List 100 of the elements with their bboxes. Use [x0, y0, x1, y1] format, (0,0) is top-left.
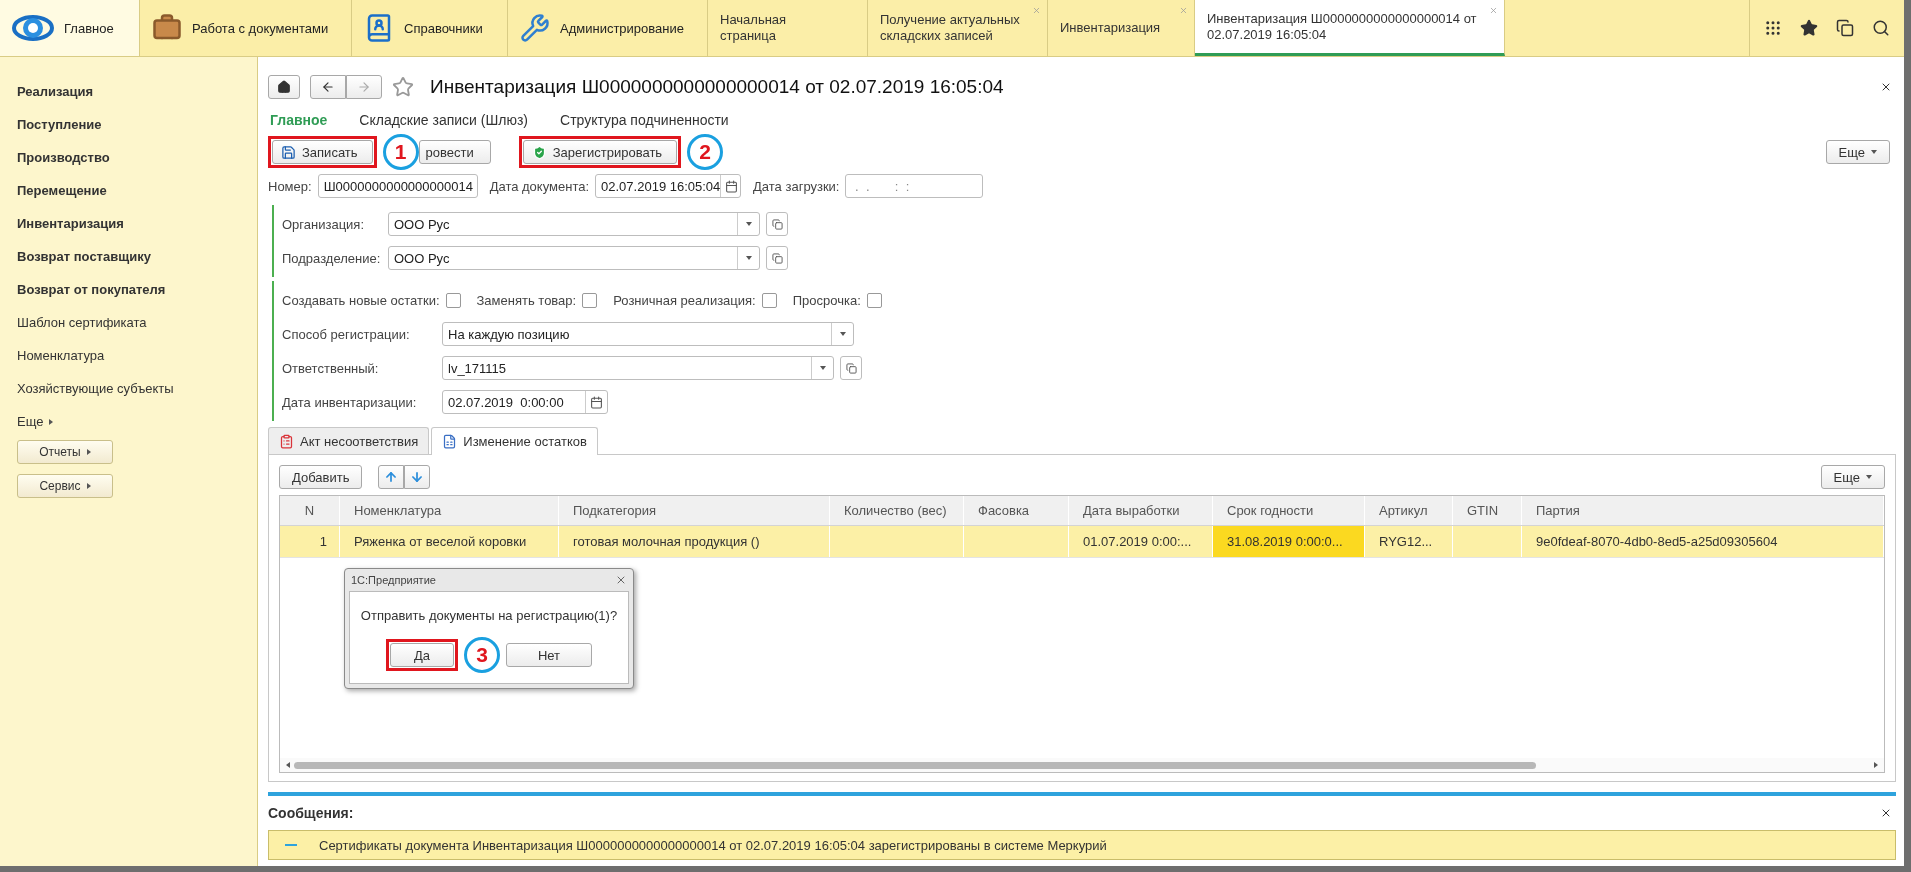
windows-icon: [845, 362, 857, 374]
callout-number: 1: [382, 134, 419, 170]
apps-grid-icon[interactable]: [1764, 19, 1782, 37]
section-tab[interactable]: Справочники: [352, 0, 508, 56]
sidebar-button[interactable]: Сервис: [17, 474, 113, 498]
shield-icon: [531, 144, 547, 160]
dialog-button[interactable]: Да: [390, 643, 454, 667]
checkbox[interactable]: [582, 292, 598, 308]
more-button[interactable]: Еще: [1820, 465, 1885, 489]
move-down-button[interactable]: [404, 465, 431, 489]
table-cell: RYG12...: [1365, 526, 1453, 557]
sidebar-item[interactable]: Номенклатура: [17, 339, 257, 372]
field-label: Дата документа:: [489, 178, 590, 194]
sidebar-button[interactable]: Отчеты: [17, 440, 113, 464]
star-icon[interactable]: [392, 76, 414, 98]
callout-number: 3: [464, 637, 500, 673]
open-button[interactable]: [766, 212, 788, 236]
table-row[interactable]: 1 Ряженка от веселой коровки готовая молочная продукция () 01.07.2019 0:00:... 31.08.2019 0:00:0... RYG12... 9e0fdeaf-8070-4db0-8ed5-a25d09305604: [280, 526, 1884, 558]
checkbox[interactable]: [445, 292, 461, 308]
save-icon: [281, 144, 296, 160]
column-header[interactable]: Номенклатура: [340, 496, 559, 525]
column-header[interactable]: Артикул: [1365, 496, 1453, 525]
column-header[interactable]: GTIN: [1453, 496, 1522, 525]
home-button[interactable]: [268, 75, 300, 99]
column-header[interactable]: N: [280, 496, 340, 525]
scrollbar[interactable]: [280, 758, 1884, 772]
close-icon[interactable]: [1880, 807, 1892, 819]
toolbar-button[interactable]: Зарегистрировать: [522, 140, 678, 164]
column-header[interactable]: Партия: [1522, 496, 1884, 525]
callout-number: 2: [687, 134, 724, 170]
input-field[interactable]: . . : :: [845, 174, 984, 198]
input-field[interactable]: 02.07.2019 16:05:04: [595, 174, 742, 198]
sidebar-item[interactable]: Инвентаризация: [17, 207, 257, 240]
open-tab[interactable]: Начальная страница: [708, 0, 868, 56]
form-tab[interactable]: Акт несоответствия: [268, 427, 430, 454]
more-link[interactable]: Еще: [17, 405, 257, 438]
back-button[interactable]: [310, 75, 346, 99]
checkbox-label: Создавать новые остатки:: [282, 292, 440, 308]
table-cell: Ряженка от веселой коровки: [340, 526, 559, 557]
toolbar-button[interactable]: ровести: [418, 140, 491, 164]
form-title: Инвентаризация Ш0000000000000000014 от 02.07.2019 16:05:04: [430, 76, 1004, 98]
sidebar-item[interactable]: Реализация: [17, 75, 257, 108]
sidebar-item[interactable]: Возврат от покупателя: [17, 273, 257, 306]
sidebar-item[interactable]: Поступление: [17, 108, 257, 141]
wrench-icon: [520, 13, 550, 43]
column-header[interactable]: Фасовка: [964, 496, 1069, 525]
checkbox[interactable]: [866, 292, 882, 308]
open-button[interactable]: [840, 356, 862, 380]
sidebar-item[interactable]: Хозяйствующие субъекты: [17, 372, 257, 405]
column-header[interactable]: Срок годности: [1213, 496, 1365, 525]
table-cell: 1: [280, 526, 340, 557]
section-tab[interactable]: Главное: [0, 0, 140, 56]
home-icon: [277, 80, 291, 94]
star-icon[interactable]: [1800, 19, 1818, 37]
section-tab[interactable]: Работа с документами: [140, 0, 352, 56]
message-text: Сертификаты документа Инвентаризация Ш0000000000000000014 от 02.07.2019 16:05:04 зарегистрированы в системе Меркурий: [319, 837, 1107, 853]
input-field[interactable]: Ш0000000000000000014: [317, 174, 478, 198]
open-tab[interactable]: Инвентаризация Ш0000000000000000014 от 02.07.2019 16:05:04: [1195, 0, 1505, 56]
column-header[interactable]: Количество (вес): [830, 496, 964, 525]
windows-icon: [771, 252, 783, 264]
input-field[interactable]: На каждую позицию: [442, 322, 854, 346]
sidebar-item[interactable]: Производство: [17, 141, 257, 174]
form-tab[interactable]: Изменение остатков: [431, 427, 598, 455]
checkbox[interactable]: [761, 292, 777, 308]
checkbox-label: Розничная реализация:: [613, 292, 756, 308]
move-up-button[interactable]: [378, 465, 405, 489]
clipboard-icon: [279, 433, 294, 449]
input-field[interactable]: lv_171115: [442, 356, 834, 380]
more-button[interactable]: Еще: [1825, 140, 1890, 164]
column-header[interactable]: Дата выработки: [1069, 496, 1213, 525]
messages-title: Сообщения:: [268, 805, 354, 821]
input-field[interactable]: ООО Рус: [388, 212, 760, 236]
field-label: Способ регистрации:: [282, 326, 411, 342]
nav-link[interactable]: Складские записи (Шлюз): [359, 112, 529, 128]
field-label: Дата инвентаризации:: [282, 394, 418, 410]
column-header[interactable]: Подкатегория: [559, 496, 830, 525]
section-tab[interactable]: Администрирование: [508, 0, 708, 56]
open-tab[interactable]: Получение актуальных складских записей: [868, 0, 1048, 56]
close-icon[interactable]: [1880, 81, 1892, 93]
input-field[interactable]: ООО Рус: [388, 246, 760, 270]
sidebar-item[interactable]: Возврат поставщику: [17, 240, 257, 273]
nav-link[interactable]: Структура подчиненности: [560, 112, 729, 128]
table-cell: 31.08.2019 0:00:0...: [1213, 526, 1365, 557]
field-label: Подразделение:: [282, 250, 382, 266]
field-label: Дата загрузки:: [753, 178, 840, 194]
nav-link[interactable]: Главное: [270, 112, 328, 128]
sidebar-item[interactable]: Шаблон сертификата: [17, 306, 257, 339]
checkbox-label: Просрочка:: [792, 292, 861, 308]
open-button[interactable]: [766, 246, 788, 270]
dialog-button[interactable]: Нет: [506, 643, 592, 667]
input-field[interactable]: 02.07.2019 0:00:00: [442, 390, 608, 414]
calendar-icon: [725, 179, 739, 193]
copy-icon[interactable]: [1836, 19, 1854, 37]
toolbar-button[interactable]: Записать: [272, 140, 373, 164]
checkbox-label: Заменять товар:: [476, 292, 577, 308]
sidebar-item[interactable]: Перемещение: [17, 174, 257, 207]
add-button[interactable]: Добавить: [279, 465, 363, 489]
forward-button[interactable]: [346, 75, 382, 99]
search-icon[interactable]: [1872, 19, 1890, 37]
sheet-icon: [442, 434, 458, 449]
